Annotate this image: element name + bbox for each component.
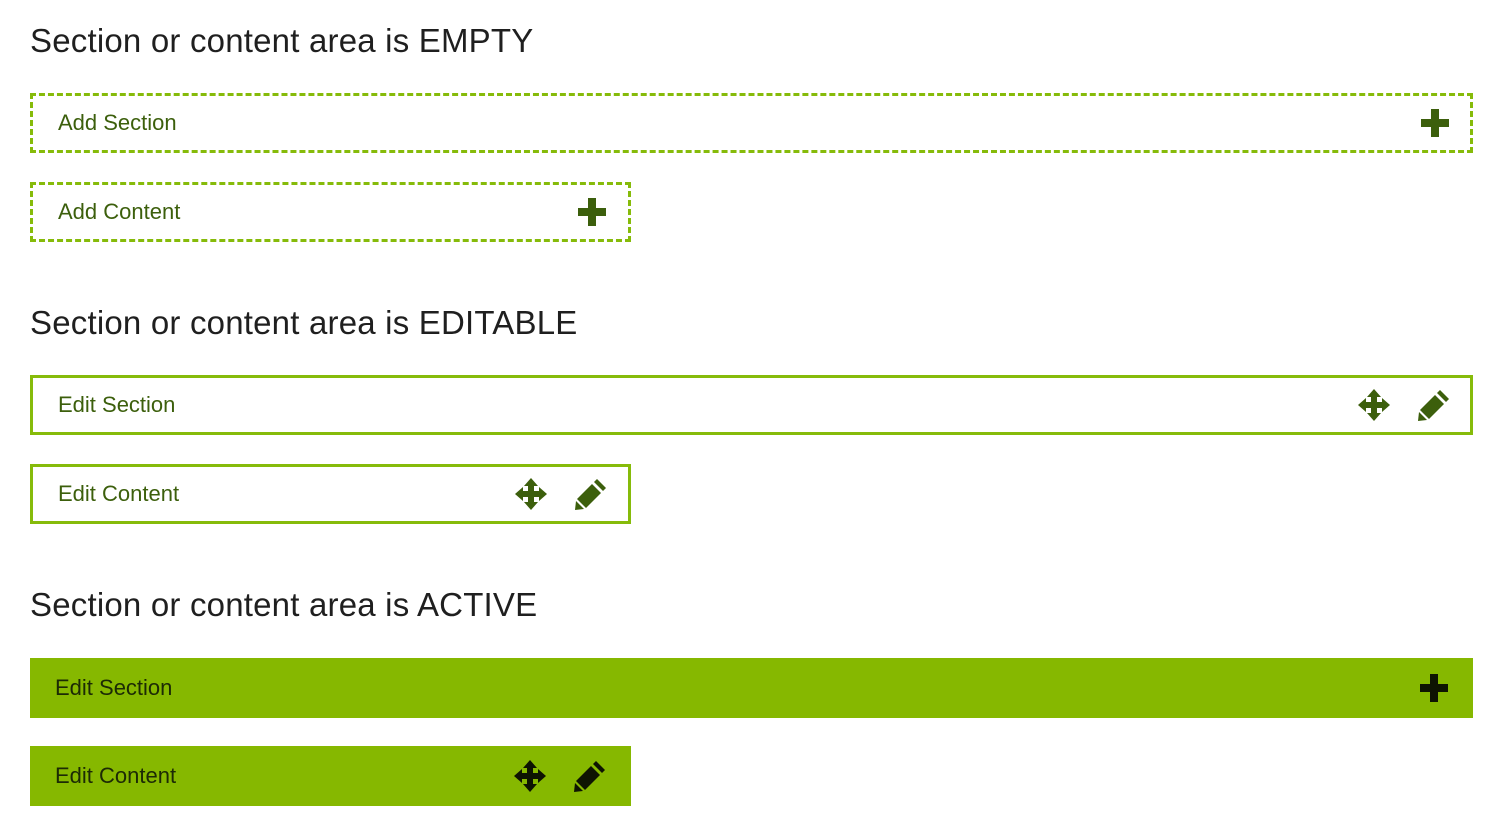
active-content-label: Edit Content [55,763,177,788]
heading-empty: Section or content area is EMPTY [30,22,534,59]
move-icon[interactable] [1357,388,1391,422]
edit-section-label: Edit Section [58,392,176,417]
edit-content-bar[interactable]: Edit Content [30,464,631,524]
plus-icon[interactable] [1418,106,1452,140]
plus-icon[interactable] [1417,671,1451,705]
edit-section-bar[interactable]: Edit Section [30,375,1473,435]
active-section-label: Edit Section [55,675,173,700]
active-content-bar[interactable]: Edit Content [30,746,631,806]
add-content-bar[interactable]: Add Content [30,182,631,242]
heading-active: Section or content area is ACTIVE [30,586,538,623]
heading-editable: Section or content area is EDITABLE [30,304,578,341]
move-icon[interactable] [514,477,548,511]
pencil-icon[interactable] [1417,388,1451,422]
pencil-icon[interactable] [573,759,607,793]
active-section-bar[interactable]: Edit Section [30,658,1473,718]
pencil-icon[interactable] [574,477,608,511]
move-icon[interactable] [513,759,547,793]
add-section-bar[interactable]: Add Section [30,93,1473,153]
add-section-label: Add Section [58,110,177,135]
plus-icon[interactable] [575,195,609,229]
edit-content-label: Edit Content [58,481,180,506]
add-content-label: Add Content [58,199,181,224]
